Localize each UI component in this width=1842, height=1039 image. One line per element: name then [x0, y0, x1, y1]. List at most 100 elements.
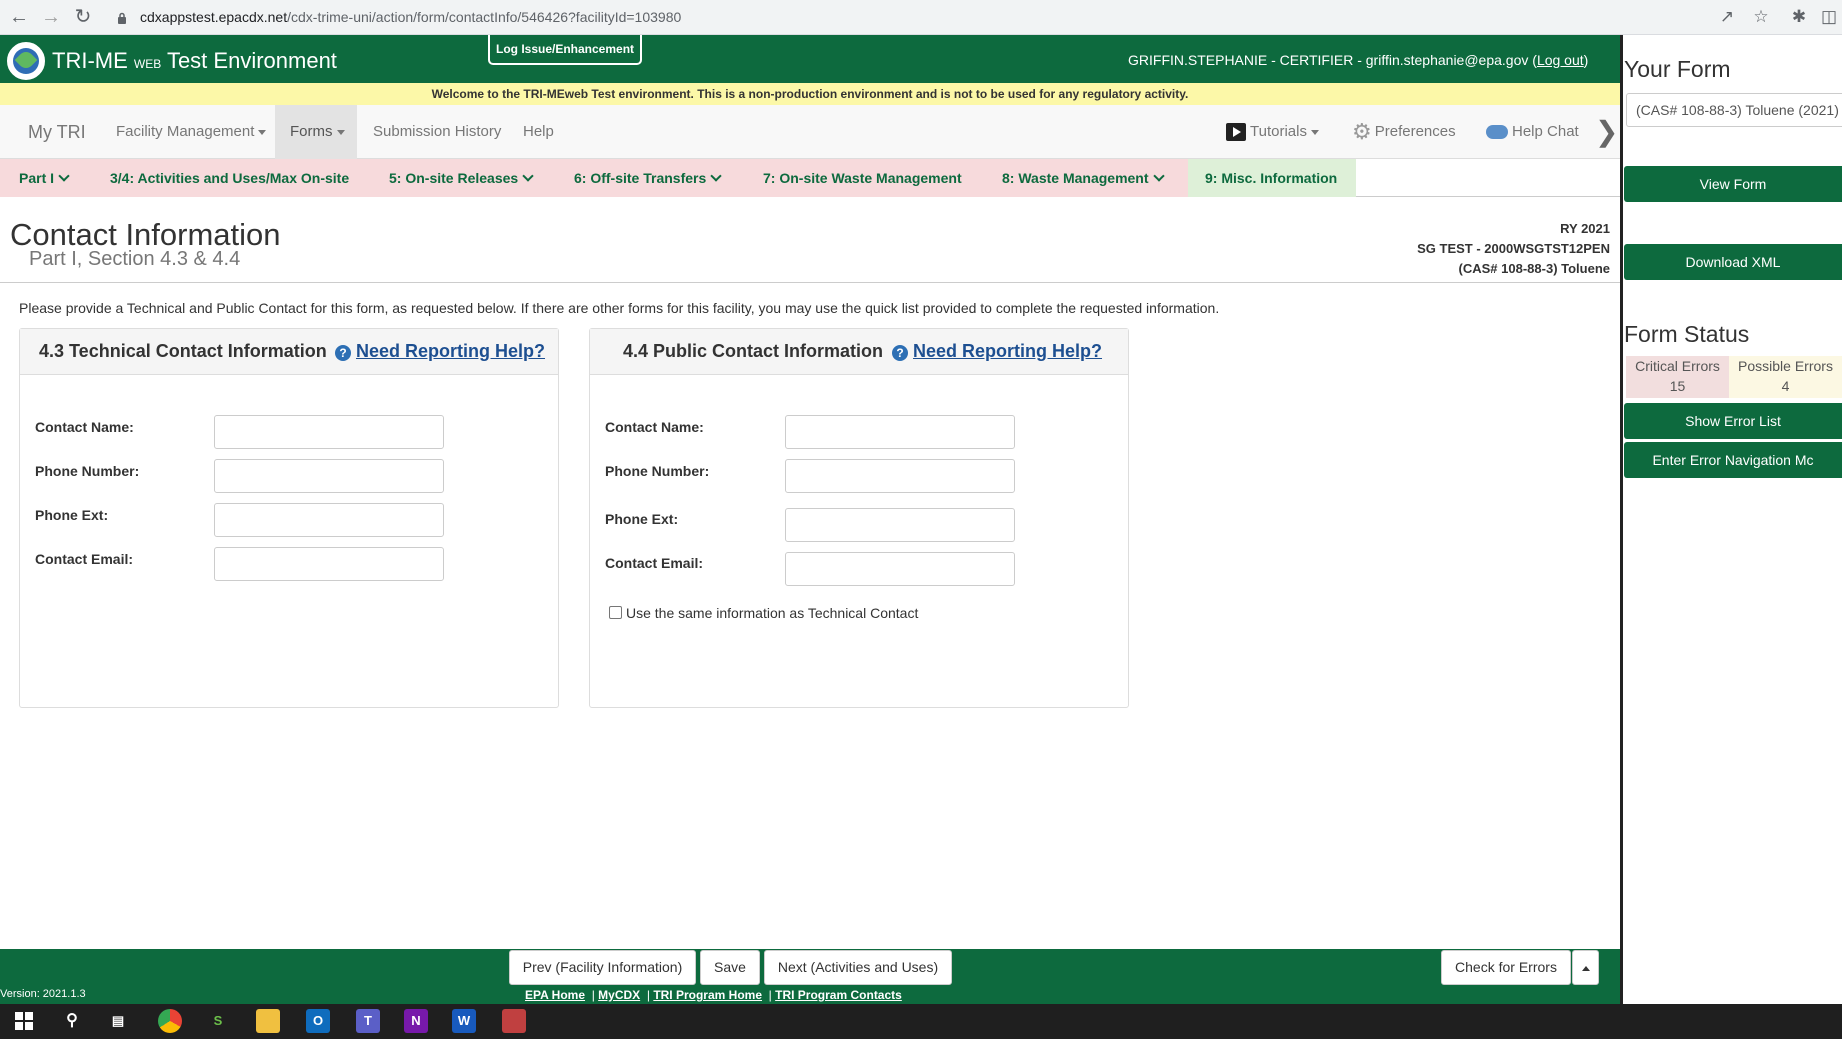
same-as-technical-label: Use the same information as Technical Co…	[626, 605, 919, 621]
tab-offsite-transfers[interactable]: 6: Off-site Transfers	[555, 159, 744, 197]
chemical-name: (CAS# 108-88-3) Toluene	[1458, 261, 1610, 276]
nav-help[interactable]: Help	[523, 105, 554, 159]
teams-icon[interactable]: T	[356, 1009, 380, 1033]
next-button[interactable]: Next (Activities and Uses)	[764, 950, 952, 985]
facility-name: SG TEST - 2000WSGTST12PEN	[1417, 241, 1610, 256]
public-phone-ext-label: Phone Ext:	[605, 511, 679, 527]
instructions-text: Please provide a Technical and Public Co…	[19, 300, 1220, 316]
app-title: TRI-ME WEB Test Environment	[52, 48, 337, 73]
footer-link-tri-program-contacts[interactable]: TRI Program Contacts	[775, 988, 902, 1002]
user-info: GRIFFIN.STEPHANIE - CERTIFIER - griffin.…	[1128, 52, 1589, 68]
divider	[0, 282, 1620, 283]
nav-help-chat[interactable]: Help Chat	[1486, 105, 1579, 159]
version-label: Version: 2021.1.3	[0, 988, 86, 1000]
public-help-link[interactable]: Need Reporting Help?	[913, 341, 1102, 362]
star-icon[interactable]: ☆	[1750, 6, 1772, 28]
help-icon[interactable]: ?	[892, 345, 908, 361]
form-meta: RY 2021 SG TEST - 2000WSGTST12PEN (CAS# …	[1417, 219, 1610, 279]
enter-error-navigation-button[interactable]: Enter Error Navigation Mc	[1624, 442, 1842, 478]
app-red-icon[interactable]	[502, 1009, 526, 1033]
your-form-heading: Your Form	[1624, 56, 1731, 82]
technical-contact-panel: 4.3 Technical Contact Information ? Need…	[19, 328, 559, 708]
test-env-banner: Welcome to the TRI-MEweb Test environmen…	[0, 83, 1620, 105]
tech-contact-email-input[interactable]	[214, 547, 444, 581]
tab-activities-uses[interactable]: 3/4: Activities and Uses/Max On-site	[92, 159, 373, 197]
tech-phone-number-label: Phone Number:	[35, 463, 140, 479]
show-error-list-button[interactable]: Show Error List	[1624, 403, 1842, 439]
reporting-year: RY 2021	[1560, 221, 1610, 236]
main-nav: My TRI Facility Management Forms Submiss…	[0, 105, 1620, 159]
tab-onsite-waste-management[interactable]: 7: On-site Waste Management	[744, 159, 984, 197]
nav-tutorials[interactable]: Tutorials	[1226, 105, 1319, 159]
tech-phone-ext-label: Phone Ext:	[35, 507, 109, 523]
view-form-button[interactable]: View Form	[1624, 166, 1842, 202]
public-contact-name-input[interactable]	[785, 415, 1015, 449]
footer-link-epa-home[interactable]: EPA Home	[525, 988, 585, 1002]
critical-errors-count: 15	[1669, 378, 1686, 394]
public-contact-email-input[interactable]	[785, 552, 1015, 586]
sidepanel-icon[interactable]: ◫	[1818, 6, 1840, 28]
onenote-icon[interactable]: N	[404, 1009, 428, 1033]
tab-onsite-releases[interactable]: 5: On-site Releases	[373, 159, 555, 197]
check-errors-dropdown[interactable]	[1572, 950, 1599, 985]
outlook-icon[interactable]: O	[306, 1009, 330, 1033]
tab-misc-information[interactable]: 9: Misc. Information	[1188, 159, 1356, 197]
extensions-icon[interactable]: ✱	[1788, 6, 1810, 28]
logout-link[interactable]: Log out	[1537, 52, 1584, 68]
word-icon[interactable]: W	[452, 1009, 476, 1033]
tab-part-1[interactable]: Part I	[0, 159, 92, 197]
share-icon[interactable]: ↗	[1716, 6, 1738, 28]
file-explorer-icon[interactable]	[256, 1009, 280, 1033]
footer-link-tri-program-home[interactable]: TRI Program Home	[653, 988, 762, 1002]
reload-icon[interactable]: ↻	[72, 6, 94, 28]
tech-phone-ext-input[interactable]	[214, 503, 444, 537]
help-icon[interactable]: ?	[335, 345, 351, 361]
back-icon[interactable]: ←	[8, 6, 30, 28]
tab-waste-management[interactable]: 8: Waste Management	[984, 159, 1188, 197]
public-contact-panel: 4.4 Public Contact Information ? Need Re…	[589, 328, 1129, 708]
save-button[interactable]: Save	[700, 950, 760, 985]
form-select[interactable]: (CAS# 108-88-3) Toluene (2021)	[1626, 93, 1842, 127]
epa-logo	[5, 40, 47, 82]
same-as-technical-checkbox[interactable]	[609, 606, 622, 619]
task-view-icon[interactable]: ▤	[106, 1009, 130, 1033]
nav-facility-management[interactable]: Facility Management	[116, 105, 267, 159]
app-s-icon[interactable]: S	[206, 1009, 230, 1033]
chevron-right-icon[interactable]: ❯	[1595, 105, 1618, 159]
chrome-icon[interactable]	[158, 1009, 182, 1033]
windows-start-icon[interactable]	[12, 1009, 36, 1033]
technical-contact-title: 4.3 Technical Contact Information	[39, 341, 327, 361]
public-contact-title: 4.4 Public Contact Information	[623, 341, 884, 361]
download-xml-button[interactable]: Download XML	[1624, 244, 1842, 280]
form-section-tabs: Part I 3/4: Activities and Uses/Max On-s…	[0, 159, 1620, 197]
log-issue-button[interactable]: Log Issue/Enhancement	[488, 35, 643, 65]
nav-my-tri[interactable]: My TRI	[28, 105, 86, 159]
technical-help-link[interactable]: Need Reporting Help?	[356, 341, 545, 362]
possible-errors-count: 4	[1781, 378, 1790, 394]
public-phone-number-label: Phone Number:	[605, 463, 710, 479]
public-phone-ext-input[interactable]	[785, 508, 1015, 542]
search-icon[interactable]: ⚲	[60, 1009, 84, 1033]
critical-errors-badge[interactable]: Critical Errors 15	[1626, 356, 1729, 398]
public-contact-email-label: Contact Email:	[605, 555, 704, 571]
nav-submission-history[interactable]: Submission History	[373, 105, 501, 159]
form-status-heading: Form Status	[1624, 321, 1750, 347]
nav-preferences[interactable]: ⚙ Preferences	[1352, 105, 1456, 159]
tech-contact-name-label: Contact Name:	[35, 419, 134, 435]
footer-links: EPA Home | MyCDX | TRI Program Home | TR…	[525, 988, 902, 1002]
possible-errors-badge[interactable]: Possible Errors 4	[1729, 356, 1842, 398]
check-errors-button[interactable]: Check for Errors	[1441, 950, 1571, 985]
caret-up-icon	[1581, 965, 1590, 971]
forward-icon[interactable]: →	[40, 6, 62, 28]
chat-icon	[1486, 125, 1508, 140]
page-subtitle: Part I, Section 4.3 & 4.4	[29, 248, 241, 270]
public-phone-number-input[interactable]	[785, 459, 1015, 493]
tech-contact-name-input[interactable]	[214, 415, 444, 449]
lock-icon	[117, 11, 127, 24]
public-contact-name-label: Contact Name:	[605, 419, 704, 435]
tech-phone-number-input[interactable]	[214, 459, 444, 493]
play-icon	[1226, 123, 1246, 142]
nav-forms[interactable]: Forms	[275, 105, 357, 159]
footer-link-mycdx[interactable]: MyCDX	[598, 988, 640, 1002]
prev-button[interactable]: Prev (Facility Information)	[509, 950, 696, 985]
